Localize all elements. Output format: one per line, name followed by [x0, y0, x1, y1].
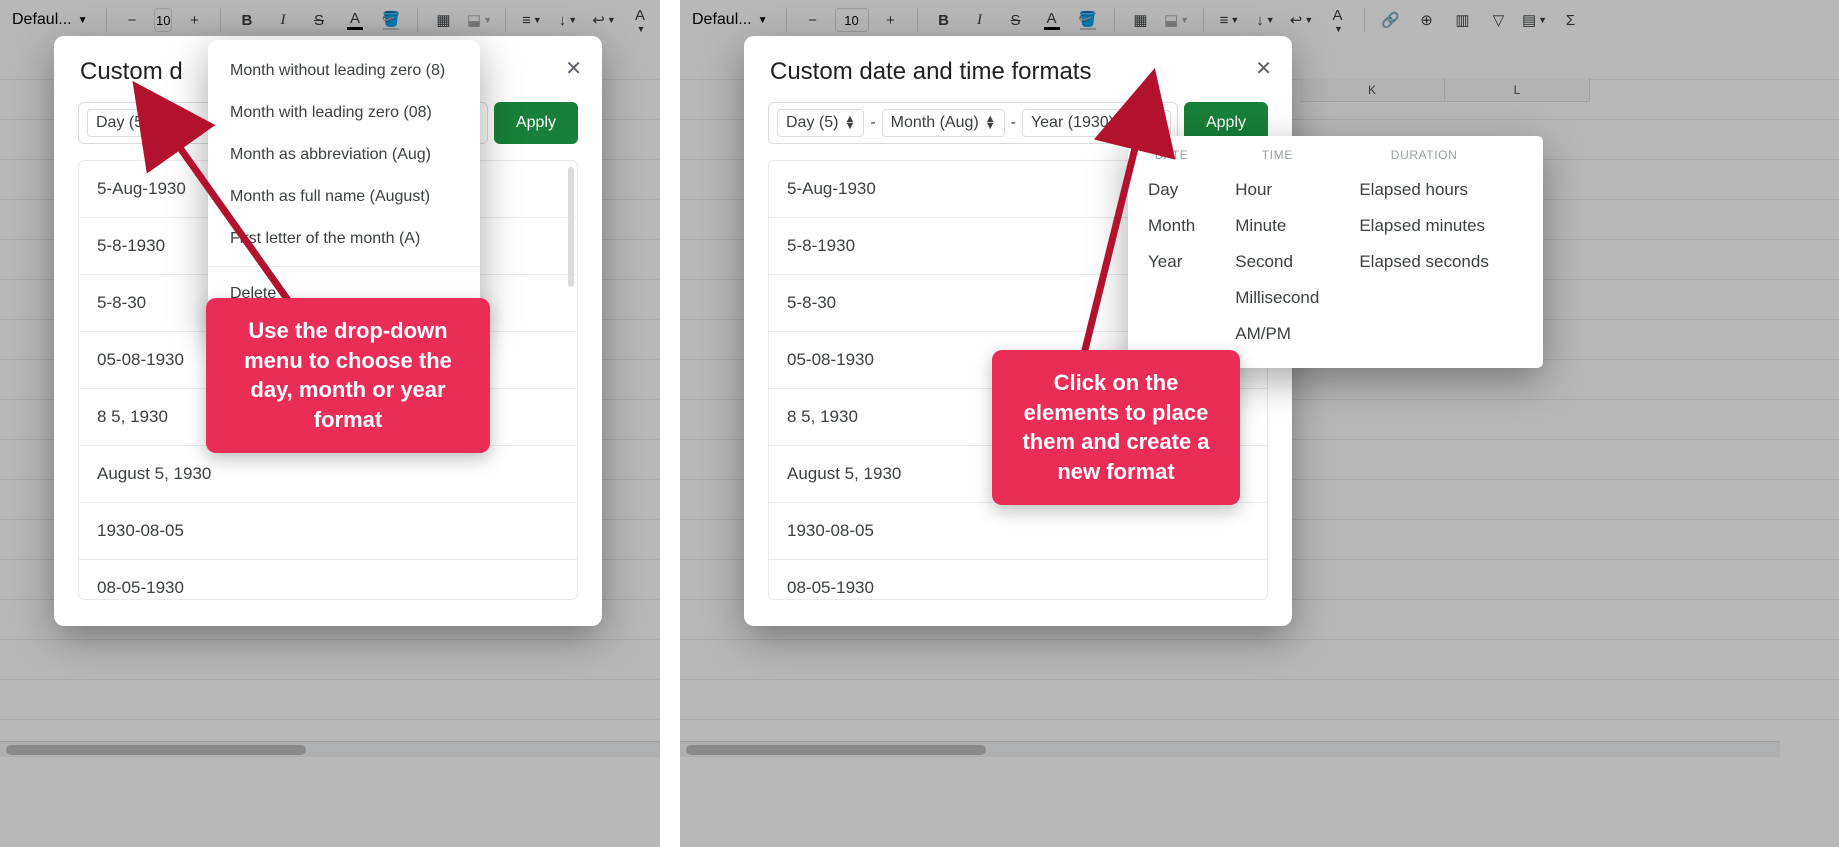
month-option[interactable]: Month without leading zero (8)	[208, 50, 480, 92]
element-option-ampm[interactable]: AM/PM	[1235, 316, 1319, 352]
chip-month[interactable]: Month (Aug) ▲▼	[882, 109, 1005, 137]
sample-row[interactable]: 1930-08-05	[769, 503, 1267, 560]
close-icon[interactable]: ✕	[565, 56, 582, 81]
element-option-elapsed-minutes[interactable]: Elapsed minutes	[1359, 208, 1488, 244]
element-option-second[interactable]: Second	[1235, 244, 1319, 280]
annotation-arrow-left	[155, 120, 355, 320]
separator-dash: -	[1011, 114, 1016, 132]
chip-caret-icon[interactable]: ▲▼	[844, 116, 855, 130]
duration-header: DURATION	[1359, 148, 1488, 162]
callout-left: Use the drop-down menu to choose the day…	[206, 298, 490, 453]
element-option-elapsed-seconds[interactable]: Elapsed seconds	[1359, 244, 1488, 280]
time-header: TIME	[1235, 148, 1319, 162]
sample-row[interactable]: August 5, 1930	[79, 446, 577, 503]
chip-month-label: Month (Aug)	[891, 114, 979, 132]
element-option-elapsed-hours[interactable]: Elapsed hours	[1359, 172, 1488, 208]
dialog-title: Custom date and time formats	[744, 36, 1292, 96]
sample-row[interactable]: 1930-08-05	[79, 503, 577, 560]
callout-right: Click on the elements to place them and …	[992, 350, 1240, 505]
time-column: TIME Hour Minute Second Millisecond AM/P…	[1235, 148, 1319, 352]
chip-day[interactable]: Day (5) ▲▼	[777, 109, 864, 137]
sample-row[interactable]: 08-05-1930	[769, 560, 1267, 600]
sample-row[interactable]: 08-05-1930	[79, 560, 577, 600]
apply-button[interactable]: Apply	[494, 102, 578, 144]
close-icon[interactable]: ✕	[1255, 56, 1272, 81]
element-option-hour[interactable]: Hour	[1235, 172, 1319, 208]
duration-column: DURATION Elapsed hours Elapsed minutes E…	[1359, 148, 1488, 352]
element-option-minute[interactable]: Minute	[1235, 208, 1319, 244]
separator-dash: -	[870, 114, 875, 132]
chip-day-label: Day (5)	[96, 114, 148, 132]
chip-day-label: Day (5)	[786, 114, 838, 132]
element-option-millisecond[interactable]: Millisecond	[1235, 280, 1319, 316]
list-scrollbar[interactable]	[568, 167, 574, 287]
chip-caret-icon[interactable]: ▲▼	[985, 116, 996, 130]
